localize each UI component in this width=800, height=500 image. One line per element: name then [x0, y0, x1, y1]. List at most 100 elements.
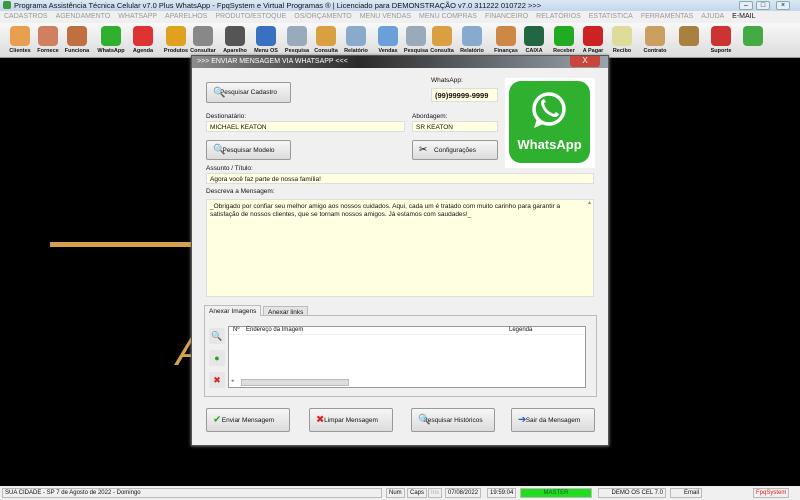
- toolbar-button-exit[interactable]: [739, 25, 767, 57]
- settings-button[interactable]: ✂ Configurações: [412, 140, 498, 160]
- search-template-button[interactable]: 🔍 Pesquisar Modelo: [206, 140, 291, 160]
- toolbar-button-label: Contrato: [643, 48, 667, 54]
- menu-item[interactable]: ESTATISTICA: [589, 13, 633, 20]
- col-number[interactable]: Nº: [233, 327, 240, 333]
- subject-field[interactable]: Agora você faz parte de nossa família!: [206, 173, 594, 184]
- toolbar-button-consultar[interactable]: Consultar: [189, 25, 217, 57]
- message-scrollbar[interactable]: ▲: [586, 200, 593, 296]
- toolbar: Clientes Fornece Funciona WhatsApp Agenda Pro…: [0, 23, 800, 58]
- status-city-date: SUA CIDADE - SP 7 de Agosto de 2022 - Do…: [2, 488, 382, 498]
- toolbar-button-coins[interactable]: [675, 25, 703, 57]
- send-message-button[interactable]: ✔ Enviar Mensagem: [206, 408, 290, 432]
- toolbar-button-consulta[interactable]: Consulta: [428, 25, 456, 57]
- toolbar-button-receber[interactable]: Receber: [550, 25, 578, 57]
- support-icon: [711, 26, 731, 46]
- background-decoration: [50, 242, 195, 247]
- toolbar-button-a-pagar[interactable]: A Pagar: [579, 25, 607, 57]
- send-whatsapp-dialog: >>> ENVIAR MENSAGEM VIA WHATSAPP <<< X 🔍…: [191, 55, 609, 446]
- menu-item[interactable]: AGENDAMENTO: [56, 13, 111, 20]
- toolbar-button-aparelho[interactable]: Aparelho: [221, 25, 249, 57]
- toolbar-button-label: Receber: [553, 48, 575, 54]
- search-icon: [406, 26, 426, 46]
- search-history-button[interactable]: 🔍 Pesquisar Históricos: [411, 408, 495, 432]
- toolbar-button-label: WhatsApp: [97, 48, 125, 54]
- status-date: 07/08/2022: [445, 488, 482, 498]
- menu-item[interactable]: MENU COMPRAS: [419, 13, 477, 20]
- recipient-field[interactable]: MICHAEL KEATON: [206, 121, 405, 132]
- menu-item[interactable]: AJUDA: [701, 13, 724, 20]
- toolbar-button-label: Funciona: [64, 48, 90, 54]
- toolbar-button-pesquisa[interactable]: Pesquisa: [402, 25, 430, 57]
- toolbar-button-relatório[interactable]: Relatório: [342, 25, 370, 57]
- toolbar-button-finanças[interactable]: Finanças: [492, 25, 520, 57]
- maximize-button[interactable]: □: [756, 1, 770, 10]
- menu-item[interactable]: FERRAMENTAS: [641, 13, 693, 20]
- whatsapp-logo-text: WhatsApp: [517, 137, 582, 152]
- search-icon: [287, 26, 307, 46]
- products-icon: [166, 26, 186, 46]
- magnifier-icon: 🔍: [213, 87, 226, 98]
- toolbar-button-whatsapp[interactable]: WhatsApp: [97, 25, 125, 57]
- toolbar-button-suporte[interactable]: Suporte: [707, 25, 735, 57]
- toolbar-button-consulta[interactable]: Consulta: [312, 25, 340, 57]
- report-icon: [346, 26, 366, 46]
- toolbar-button-contrato[interactable]: Contrato: [641, 25, 669, 57]
- menu-item[interactable]: FINANCEIRO: [485, 13, 528, 20]
- greeting-field[interactable]: SR KEATON: [412, 121, 498, 132]
- status-email[interactable]: Email: [670, 488, 702, 498]
- minimize-button[interactable]: –: [739, 1, 753, 10]
- menu-item[interactable]: OS/ORÇAMENTO: [294, 13, 351, 20]
- menu-item[interactable]: WHATSAPP: [118, 13, 157, 20]
- whatsapp-logo: WhatsApp: [505, 78, 595, 168]
- toolbar-button-funciona[interactable]: Funciona: [63, 25, 91, 57]
- exit-message-button[interactable]: ➔ Sair da Mensagem: [511, 408, 595, 432]
- device-icon: [225, 26, 245, 46]
- menu-item[interactable]: APARELHOS: [165, 13, 207, 20]
- menu-item[interactable]: RELATÓRIOS: [536, 13, 581, 20]
- toolbar-button-produtos[interactable]: Produtos: [162, 25, 190, 57]
- horizontal-scrollbar[interactable]: ◂: [231, 378, 571, 387]
- toolbar-button-agenda[interactable]: Agenda: [129, 25, 157, 57]
- toolbar-button-clientes[interactable]: Clientes: [6, 25, 34, 57]
- col-caption[interactable]: Legenda: [509, 327, 532, 333]
- toolbar-button-menu-os[interactable]: Menu OS: [252, 25, 280, 57]
- tab-attach-images[interactable]: Anexar Imagens: [204, 305, 262, 316]
- toolbar-button-recibo[interactable]: Recibo: [608, 25, 636, 57]
- menu-item[interactable]: MENU VENDAS: [360, 13, 411, 20]
- search-contact-button[interactable]: 🔍 Pesquisar Cadastro: [206, 82, 291, 103]
- close-window-button[interactable]: ×: [776, 1, 790, 10]
- toolbar-button-vendas[interactable]: Vendas: [374, 25, 402, 57]
- toolbar-button-label: Agenda: [132, 48, 154, 54]
- status-database: DEMO OS CEL 7.0: [598, 488, 666, 498]
- toolbar-button-label: Produtos: [163, 48, 189, 54]
- add-image-button[interactable]: ●: [209, 350, 225, 366]
- folder-icon: [316, 26, 336, 46]
- dialog-close-button[interactable]: X: [570, 56, 600, 67]
- status-user: MASTER: [520, 488, 592, 498]
- menu-item[interactable]: E-MAIL: [732, 13, 755, 20]
- toolbar-button-fornece[interactable]: Fornece: [34, 25, 62, 57]
- whatsapp-label: WhatsApp:: [431, 77, 463, 84]
- finance-icon: [496, 26, 516, 46]
- toolbar-button-label: Pesquisa: [403, 48, 429, 54]
- toolbar-button-relatório[interactable]: Relatório: [458, 25, 486, 57]
- magnifier-icon: 🔍: [213, 144, 226, 156]
- toolbar-button-pesquisa[interactable]: Pesquisa: [283, 25, 311, 57]
- menu-item[interactable]: PRODUTO/ESTOQUE: [215, 13, 286, 20]
- window-title: Programa Assistência Técnica Celular v7.…: [14, 1, 542, 10]
- barcode-icon: [193, 26, 213, 46]
- col-image-address[interactable]: Endereço da Imagem: [246, 327, 303, 333]
- toolbar-button-label: Vendas: [378, 48, 398, 54]
- cash-icon: [524, 26, 544, 46]
- toolbar-button-label: Suporte: [710, 48, 732, 54]
- toolbar-button-label: Pesquisa: [284, 48, 310, 54]
- service-order-icon: [256, 26, 276, 46]
- whatsapp-number-field[interactable]: (99)99999-9999: [431, 88, 498, 102]
- remove-image-button[interactable]: ✖: [209, 372, 225, 388]
- menu-item[interactable]: CADASTROS: [4, 13, 48, 20]
- images-grid[interactable]: Nº Endereço da Imagem Legenda ◂: [228, 326, 586, 388]
- message-textarea[interactable]: _Obrigado por confiar seu melhor amigo a…: [206, 199, 594, 297]
- clear-message-button[interactable]: ✖ Limpar Mensagem: [309, 408, 393, 432]
- toolbar-button-caixa[interactable]: CAIXA: [520, 25, 548, 57]
- search-image-button[interactable]: 🔍: [209, 328, 225, 344]
